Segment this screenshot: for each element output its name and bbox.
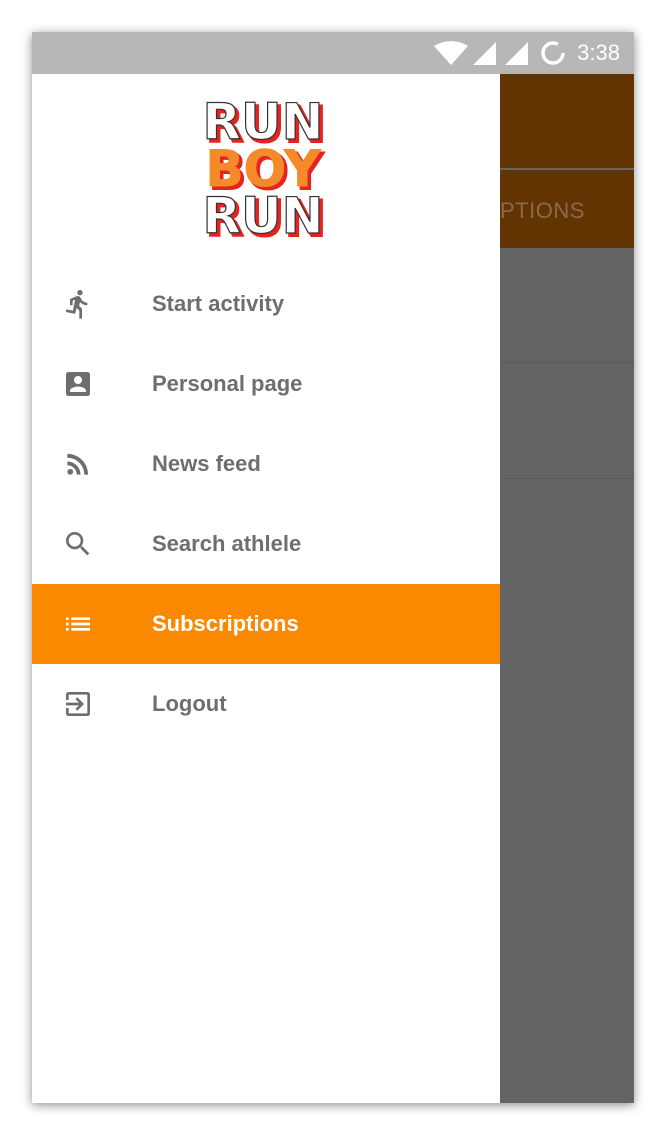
list-divider <box>500 478 634 479</box>
nav-label: Start activity <box>152 291 285 316</box>
nav-item-logout[interactable]: Logout <box>32 664 500 744</box>
phone-screen: PTIONS 3:38 RUN RUN BOY BOY RUN RUN Star… <box>32 32 634 1103</box>
exit-to-app-icon <box>66 692 90 716</box>
account-box-icon <box>66 372 90 396</box>
sync-icon <box>541 41 565 65</box>
wifi-icon <box>434 41 469 65</box>
rss-feed-icon <box>67 453 89 475</box>
nav-item-news-feed[interactable]: News feed <box>32 424 500 504</box>
status-bar: 3:38 <box>32 32 634 74</box>
nav-item-subscriptions[interactable]: Subscriptions <box>32 584 500 664</box>
list-divider <box>500 362 634 363</box>
list-icon <box>66 617 90 631</box>
nav-label: Personal page <box>152 371 303 396</box>
nav-label: Logout <box>152 691 227 716</box>
run-boy-run-logo: RUN RUN BOY BOY RUN RUN <box>202 94 328 240</box>
search-icon <box>66 532 90 556</box>
run-icon <box>65 289 88 319</box>
tab-subscriptions-partial: PTIONS <box>500 198 585 223</box>
status-icons: 3:38 <box>433 32 620 74</box>
nav-label: News feed <box>152 451 261 476</box>
signal-icon <box>505 42 529 65</box>
nav-item-start-activity[interactable]: Start activity <box>32 264 500 344</box>
clock-time: 3:38 <box>577 40 620 65</box>
nav-item-search-athlete[interactable]: Search athlele <box>32 504 500 584</box>
svg-text:RUN: RUN <box>203 187 324 240</box>
signal-icon <box>473 42 497 65</box>
navigation-drawer: RUN RUN BOY BOY RUN RUN Start activity P… <box>32 74 500 1103</box>
nav-label: Search athlele <box>152 531 302 556</box>
nav-label: Subscriptions <box>152 611 299 636</box>
nav-item-personal-page[interactable]: Personal page <box>32 344 500 424</box>
